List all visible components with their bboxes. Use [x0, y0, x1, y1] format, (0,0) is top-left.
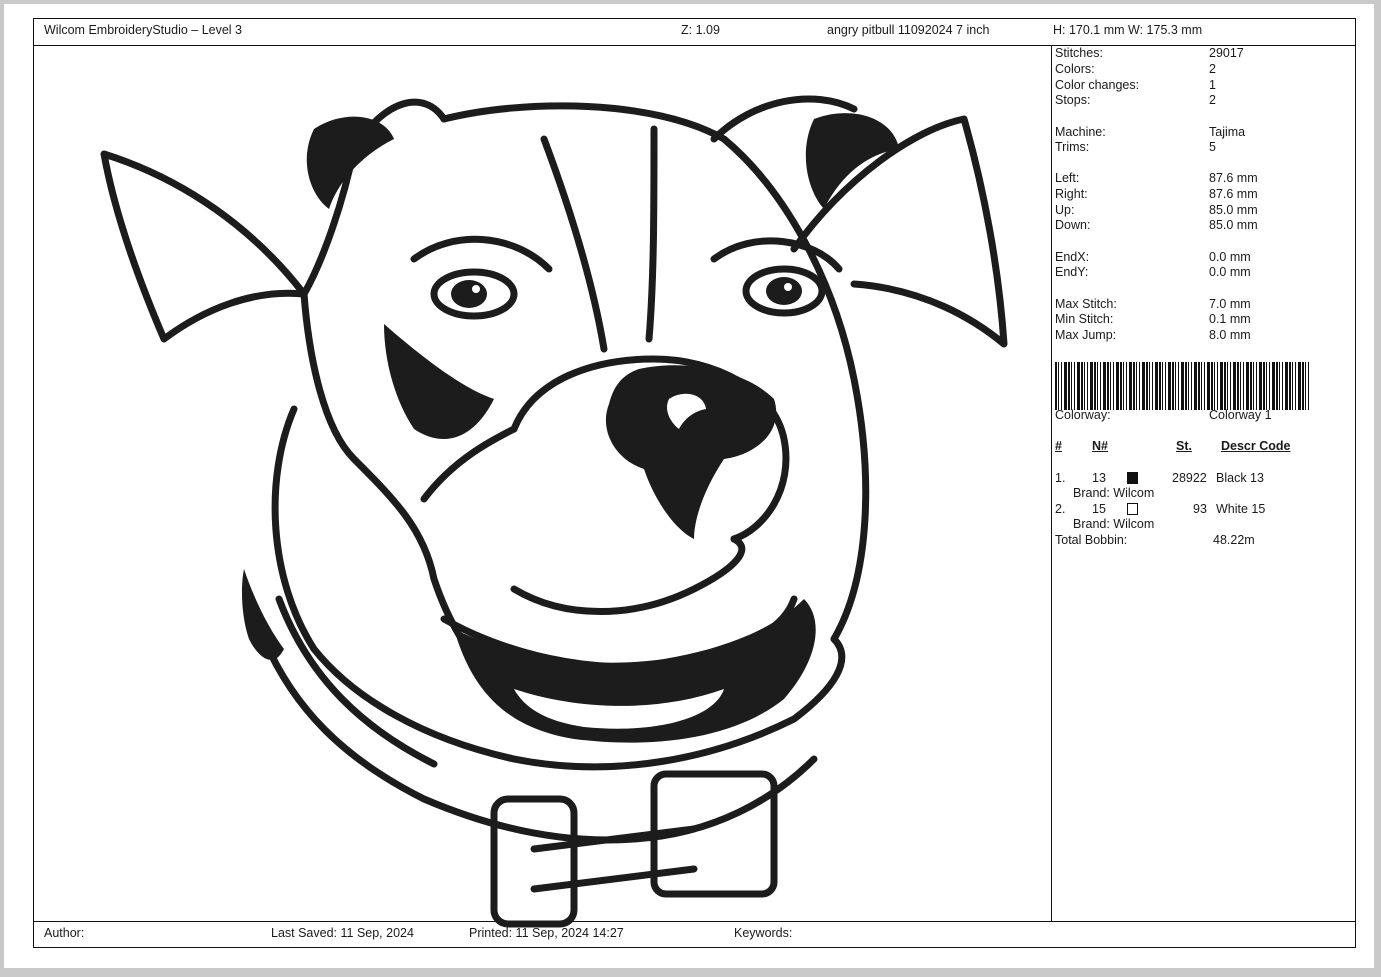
stat-label: Max Jump: [1055, 328, 1117, 342]
stat-value: 0.1 mm [1209, 312, 1251, 326]
row1-color-swatch [1127, 472, 1138, 484]
col-header-n: N# [1092, 439, 1108, 453]
row2-descr: White 15 [1216, 502, 1266, 516]
stat-label: Stops: [1055, 93, 1091, 107]
col-header-st: St. [1176, 439, 1192, 453]
embroidery-design-preview [100, 95, 1008, 928]
stat-label: Machine: [1055, 125, 1106, 139]
stat-label: Up: [1055, 203, 1075, 217]
stat-value: 0.0 mm [1209, 250, 1251, 264]
stat-value: 2 [1209, 62, 1216, 76]
report-frame: Wilcom EmbroideryStudio – Level 3 Z: 1.0… [33, 18, 1356, 948]
stat-value: 87.6 mm [1209, 171, 1258, 185]
row2-index: 2. [1055, 502, 1066, 516]
stat-label: EndX: [1055, 250, 1090, 264]
design-size: H: 170.1 mm W: 175.3 mm [1053, 23, 1203, 37]
barcode [1055, 362, 1311, 410]
stat-value: 0.0 mm [1209, 265, 1251, 279]
stat-value: 5 [1209, 140, 1216, 154]
stat-value: 29017 [1209, 46, 1244, 60]
row2-color-swatch [1127, 503, 1138, 515]
row1-brand: Brand: Wilcom [1073, 486, 1155, 500]
zoom-level: Z: 1.09 [681, 23, 720, 37]
row1-index: 1. [1055, 471, 1066, 485]
row1-needle: 13 [1092, 471, 1106, 485]
stat-label: Max Stitch: [1055, 297, 1117, 311]
stat-label: Colors: [1055, 62, 1095, 76]
stat-value: 1 [1209, 78, 1216, 92]
header-divider [34, 45, 1355, 46]
stat-label: Min Stitch: [1055, 312, 1114, 326]
row2-brand: Brand: Wilcom [1073, 517, 1155, 531]
stat-label: Stitches: [1055, 46, 1103, 60]
row2-needle: 15 [1092, 502, 1106, 516]
row1-descr: Black 13 [1216, 471, 1264, 485]
print-sheet: Wilcom EmbroideryStudio – Level 3 Z: 1.0… [4, 4, 1374, 968]
stat-value: 87.6 mm [1209, 187, 1258, 201]
row2-stitches: 93 [1193, 502, 1207, 516]
stat-label: Color changes: [1055, 78, 1140, 92]
design-name: angry pitbull 11092024 7 inch [827, 23, 990, 37]
stat-label: Down: [1055, 218, 1091, 232]
col-header-descr: Descr Code [1221, 439, 1291, 453]
stat-value: 2 [1209, 93, 1216, 107]
app-title: Wilcom EmbroideryStudio – Level 3 [44, 23, 242, 37]
stat-value: 7.0 mm [1209, 297, 1251, 311]
stat-value: 8.0 mm [1209, 328, 1251, 342]
stat-value: 85.0 mm [1209, 203, 1258, 217]
stat-label: Trims: [1055, 140, 1090, 154]
stat-value: Tajima [1209, 125, 1246, 139]
bobbin-label: Total Bobbin: [1055, 533, 1128, 547]
colorway-label: Colorway: [1055, 408, 1111, 422]
footer-author: Author: [44, 926, 85, 940]
stat-label: Left: [1055, 171, 1080, 185]
col-header-num: # [1055, 439, 1062, 453]
colorway-value: Colorway 1 [1209, 408, 1272, 422]
stat-label: Right: [1055, 187, 1088, 201]
row1-stitches: 28922 [1172, 471, 1207, 485]
stat-value: 85.0 mm [1209, 218, 1258, 232]
stat-label: EndY: [1055, 265, 1089, 279]
bobbin-value: 48.22m [1213, 533, 1255, 547]
